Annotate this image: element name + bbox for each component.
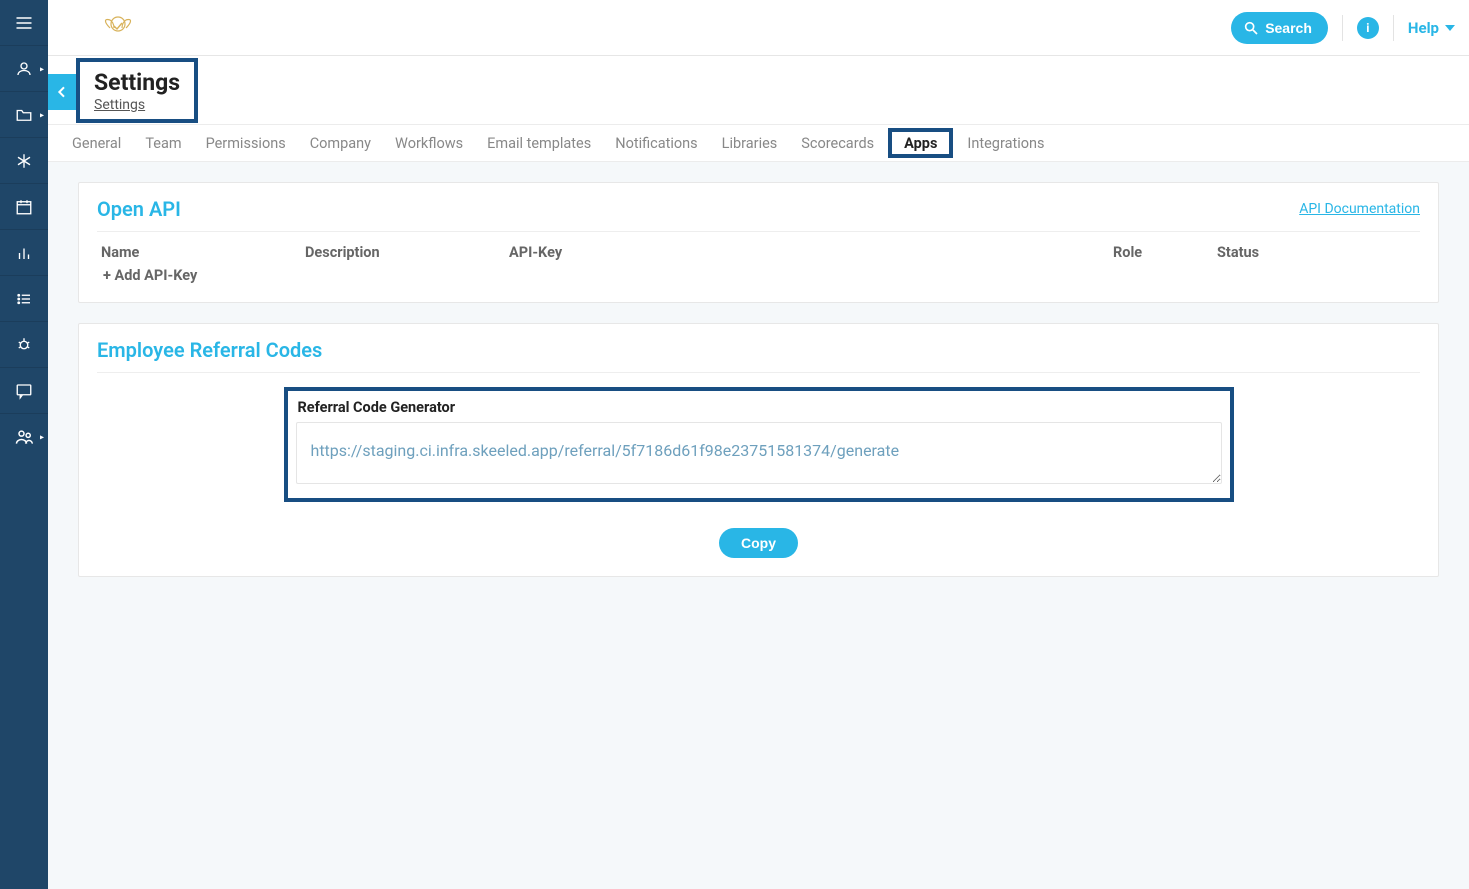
tab-company[interactable]: Company xyxy=(298,125,383,161)
open-api-title: Open API xyxy=(97,197,181,221)
sidebar-item-bug[interactable] xyxy=(0,322,48,368)
tab-notifications[interactable]: Notifications xyxy=(603,125,709,161)
chevron-right-icon: ▸ xyxy=(40,64,44,73)
sidebar-item-calendar[interactable] xyxy=(0,184,48,230)
col-key: API-Key xyxy=(509,244,1109,261)
divider xyxy=(1342,15,1343,41)
search-label: Search xyxy=(1265,20,1312,36)
search-button[interactable]: Search xyxy=(1231,12,1328,44)
info-icon-label: i xyxy=(1366,21,1369,35)
team-icon xyxy=(14,427,34,447)
tab-apps[interactable]: Apps xyxy=(888,128,953,158)
top-bar: Search i Help xyxy=(48,0,1469,56)
info-button[interactable]: i xyxy=(1357,17,1379,39)
folder-icon xyxy=(15,106,33,124)
calendar-icon xyxy=(15,198,33,216)
api-key-table-header: Name Description API-Key Role Status xyxy=(97,244,1420,261)
col-role: Role xyxy=(1113,244,1213,261)
tab-email-templates[interactable]: Email templates xyxy=(475,125,603,161)
sidebar-item-chat[interactable] xyxy=(0,368,48,414)
sidebar-item-asterisk[interactable] xyxy=(0,138,48,184)
chevron-left-icon xyxy=(54,84,70,100)
person-icon xyxy=(15,60,33,78)
chevron-right-icon: ▸ xyxy=(40,433,44,442)
chat-icon xyxy=(15,382,33,400)
tab-general[interactable]: General xyxy=(60,125,133,161)
company-logo[interactable] xyxy=(90,6,146,50)
sidebar-item-charts[interactable] xyxy=(0,230,48,276)
settings-tabs: General Team Permissions Company Workflo… xyxy=(48,124,1469,162)
help-menu[interactable]: Help xyxy=(1408,19,1455,37)
search-icon xyxy=(1243,20,1259,36)
divider xyxy=(97,231,1420,232)
api-documentation-link[interactable]: API Documentation xyxy=(1299,201,1420,217)
bar-chart-icon xyxy=(15,244,33,262)
tab-team[interactable]: Team xyxy=(133,125,193,161)
tab-permissions[interactable]: Permissions xyxy=(194,125,298,161)
help-label: Help xyxy=(1408,19,1439,37)
referral-generator-title: Referral Code Generator xyxy=(298,399,1222,416)
add-api-key-button[interactable]: + Add API-Key xyxy=(97,267,1420,284)
page-title: Settings xyxy=(94,70,180,95)
copy-button[interactable]: Copy xyxy=(719,528,798,558)
sidebar-item-list[interactable] xyxy=(0,276,48,322)
menu-icon[interactable] xyxy=(0,0,48,46)
chevron-down-icon xyxy=(1445,25,1455,31)
bug-icon xyxy=(15,336,33,354)
collapse-panel-button[interactable] xyxy=(48,74,76,110)
referral-url-field[interactable] xyxy=(296,422,1222,484)
tab-integrations[interactable]: Integrations xyxy=(955,125,1056,161)
chevron-right-icon: ▸ xyxy=(40,110,44,119)
divider xyxy=(97,372,1420,373)
referral-codes-card: Employee Referral Codes Referral Code Ge… xyxy=(78,323,1439,577)
list-icon xyxy=(15,290,33,308)
content-area: Open API API Documentation Name Descript… xyxy=(48,162,1469,889)
sidebar-item-profile[interactable]: ▸ xyxy=(0,46,48,92)
open-api-card: Open API API Documentation Name Descript… xyxy=(78,182,1439,303)
sidebar-item-team[interactable]: ▸ xyxy=(0,414,48,460)
referral-generator-box: Referral Code Generator xyxy=(284,387,1234,502)
tab-libraries[interactable]: Libraries xyxy=(710,125,790,161)
col-name: Name xyxy=(101,244,301,261)
page-heading: Settings Settings xyxy=(76,58,198,123)
tab-scorecards[interactable]: Scorecards xyxy=(789,125,886,161)
sidebar-item-folder[interactable]: ▸ xyxy=(0,92,48,138)
breadcrumb-settings[interactable]: Settings xyxy=(94,97,145,113)
asterisk-icon xyxy=(15,152,33,170)
divider xyxy=(1393,15,1394,41)
referral-codes-title: Employee Referral Codes xyxy=(97,338,1420,362)
tab-workflows[interactable]: Workflows xyxy=(383,125,475,161)
col-status: Status xyxy=(1217,244,1416,261)
left-sidebar: ▸ ▸ ▸ xyxy=(0,0,48,889)
col-description: Description xyxy=(305,244,505,261)
